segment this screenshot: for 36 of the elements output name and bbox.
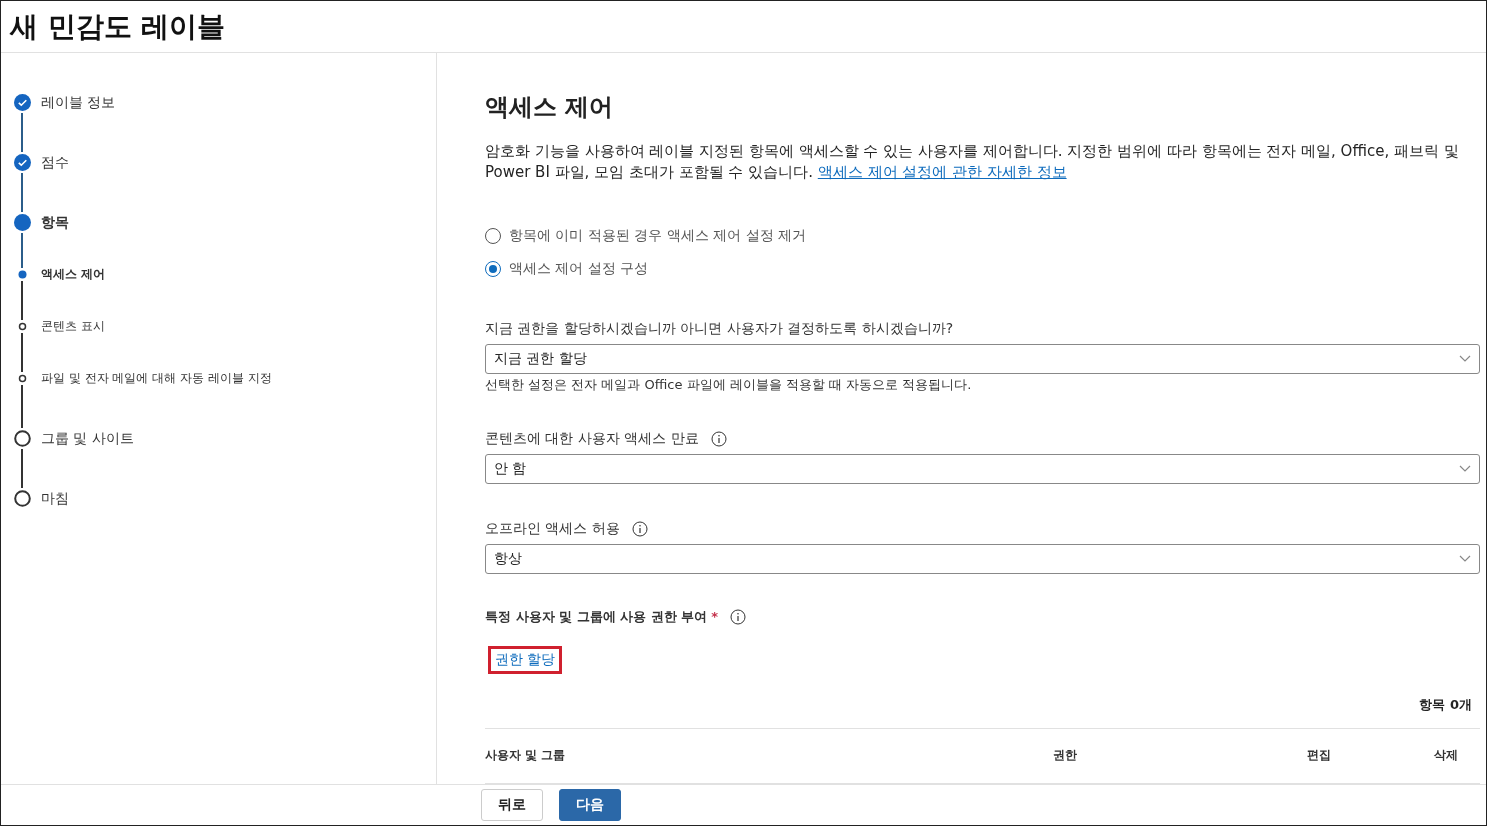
info-icon[interactable] [710, 430, 727, 447]
field-label: 콘텐츠에 대한 사용자 액세스 만료 [485, 429, 699, 448]
dropdown-field[interactable]: 항상 [485, 543, 1480, 574]
field-label: 지금 권한을 할당하시겠습니까 아니면 사용자가 결정하도록 하시겠습니까? [485, 319, 954, 338]
wizard-step[interactable]: 그룹 및 사이트 [41, 430, 134, 490]
dropdown-field[interactable]: 안 함 [485, 453, 1480, 484]
wizard-step[interactable]: 파일 및 전자 메일에 대해 자동 레이블 지정 [41, 374, 272, 430]
item-count: 항목 0개 [1419, 695, 1472, 714]
section-description: 암호화 기능을 사용하여 레이블 지정된 항목에 액세스할 수 있는 사용자를 제어합니다. 지정한 범위에 따라 항목에는 전자 메일, Office, 패브릭 및 Power BI 파일, 모임 초대가 포함될 수 있습니다. 액세스 제어 설정에 관한 자세한 정보 [485, 141, 1460, 183]
info-icon[interactable] [631, 520, 648, 537]
wizard-step[interactable]: 점수 [41, 154, 69, 214]
section-heading: 액세스 제어 [485, 92, 615, 123]
column-header: 삭제 [1434, 747, 1458, 765]
column-header: 사용자 및 그룹 [485, 747, 566, 765]
column-header: 권한 [1053, 747, 1077, 765]
wizard-step[interactable]: 항목 [41, 214, 69, 270]
dropdown-field[interactable]: 지금 권한 할당 [485, 343, 1480, 374]
back-button[interactable]: 뒤로 [481, 789, 543, 821]
info-icon[interactable] [729, 608, 746, 625]
wizard-step[interactable]: 마침 [41, 490, 69, 520]
field-label: 특정 사용자 및 그룹에 사용 권한 부여 * [485, 607, 718, 626]
radio-label: 항목에 이미 적용된 경우 액세스 제어 설정 제거 [509, 227, 807, 246]
chevron-down-icon [1459, 354, 1471, 363]
wizard-step[interactable]: 레이블 정보 [41, 94, 116, 154]
radio-label: 액세스 제어 설정 구성 [509, 259, 649, 278]
field-label: 오프라인 액세스 허용 [485, 519, 620, 538]
next-button[interactable]: 다음 [559, 789, 621, 821]
page-title: 새 민감도 레이블 [10, 8, 226, 45]
chevron-down-icon [1459, 554, 1471, 563]
wizard-step[interactable]: 액세스 제어 [41, 270, 106, 322]
chevron-down-icon [1459, 464, 1471, 473]
helper-text: 선택한 설정은 전자 메일과 Office 파일에 레이블을 적용할 때 자동으로 적용됩니다. [485, 375, 973, 394]
assign-permissions-link[interactable]: 권한 할당 [488, 645, 563, 674]
wizard-step[interactable]: 콘텐츠 표시 [41, 322, 105, 374]
learn-more-link[interactable]: 액세스 제어 설정에 관한 자세한 정보 [817, 163, 1067, 181]
column-header: 편집 [1306, 747, 1331, 765]
